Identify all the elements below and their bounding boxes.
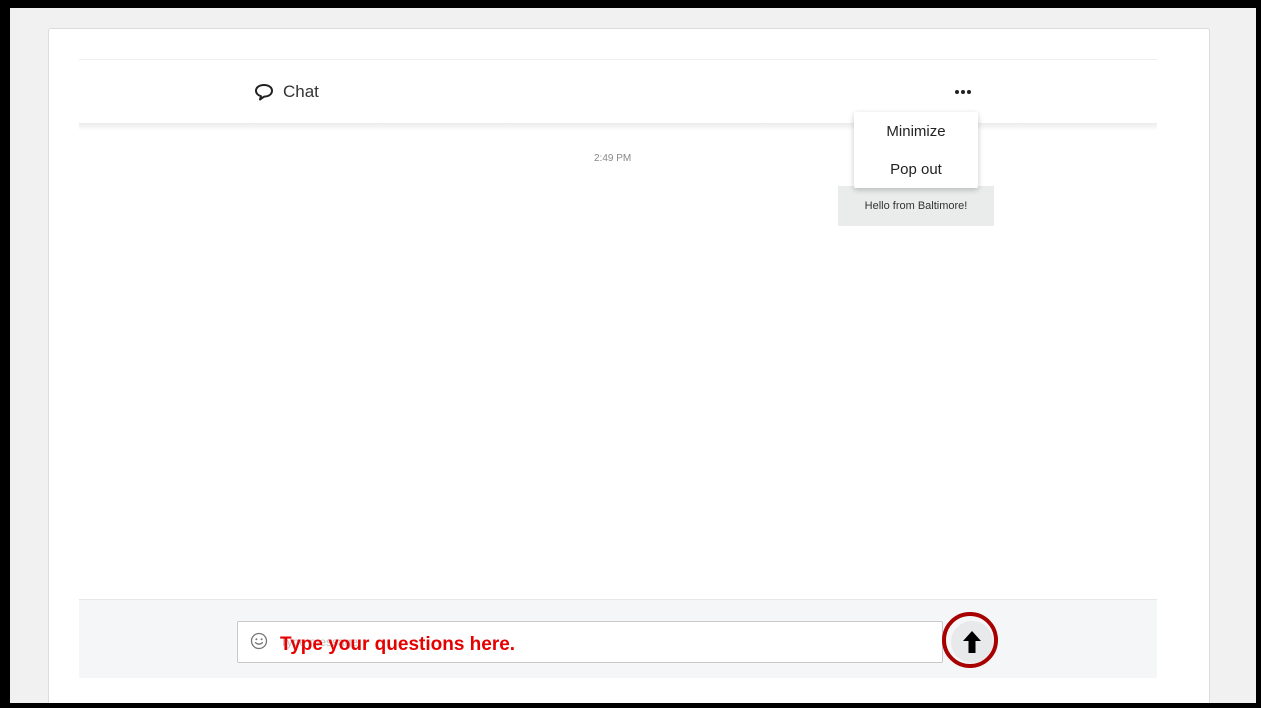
smiley-icon[interactable] [250,632,268,650]
message-composer: Type your questions here. [79,599,1157,678]
options-menu: Minimize Pop out [854,112,978,188]
chat-bubble-icon [255,84,273,101]
message-bubble: Hello from Baltimore! [838,186,994,226]
menu-item-minimize[interactable]: Minimize [854,112,978,150]
arrow-up-icon [963,631,981,653]
chat-header: Chat [79,59,1157,124]
chat-title: Chat [254,82,319,102]
page-frame: Chat Minimize Pop out 2:49 PM Hello from… [10,8,1256,703]
menu-item-pop-out[interactable]: Pop out [854,150,978,188]
more-options-button[interactable] [947,78,979,106]
header-shadow [79,123,1157,131]
send-button[interactable] [951,621,993,663]
message-input-box: Type your questions here. [237,621,943,663]
chat-panel: Chat Minimize Pop out 2:49 PM Hello from… [48,28,1210,703]
more-options-icon [955,90,959,94]
chat-title-label: Chat [283,82,319,101]
message-timestamp: 2:49 PM [594,153,632,164]
message-input[interactable] [278,628,932,656]
